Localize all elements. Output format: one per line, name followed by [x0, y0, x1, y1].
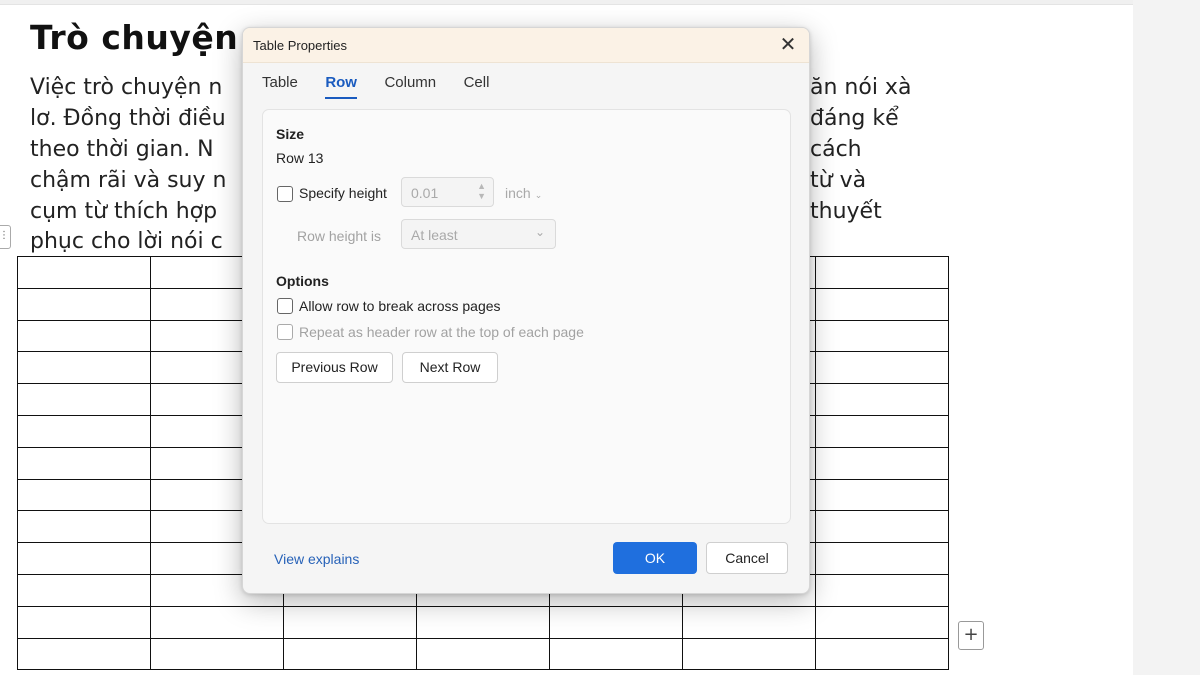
table-cell[interactable]: [815, 319, 949, 353]
table-cell[interactable]: [815, 478, 949, 512]
repeat-header-label: Repeat as header row at the top of each …: [299, 324, 584, 340]
table-cell[interactable]: [815, 351, 949, 385]
table-cell[interactable]: [815, 414, 949, 448]
allow-row-break-checkbox[interactable]: [277, 298, 293, 314]
tab-table[interactable]: Table: [262, 74, 298, 97]
cancel-button[interactable]: Cancel: [706, 542, 788, 574]
table-cell[interactable]: [549, 605, 683, 639]
size-section-title: Size: [276, 126, 305, 142]
table-cell[interactable]: [17, 510, 151, 544]
table-cell[interactable]: [682, 605, 816, 639]
table-row: [17, 637, 949, 671]
table-cell[interactable]: [17, 478, 151, 512]
paragraph-line: theo thời gian. N: [30, 137, 214, 162]
dialog-tabs: Table Row Column Cell: [262, 74, 512, 100]
previous-row-button[interactable]: Previous Row: [276, 352, 393, 383]
height-stepper[interactable]: 0.01 ▲ ▼: [401, 177, 494, 207]
table-cell[interactable]: [815, 637, 949, 671]
document-top-strip: [0, 0, 1200, 5]
repeat-header-checkbox[interactable]: [277, 324, 293, 340]
tab-cell[interactable]: Cell: [464, 74, 490, 97]
table-cell[interactable]: [416, 637, 550, 671]
table-cell[interactable]: [815, 510, 949, 544]
table-cell[interactable]: [549, 637, 683, 671]
table-cell[interactable]: [283, 605, 417, 639]
table-cell[interactable]: [17, 383, 151, 416]
table-cell[interactable]: [17, 573, 151, 607]
view-explains-link[interactable]: View explains: [274, 551, 359, 567]
row-height-mode-value: At least: [411, 227, 458, 243]
table-cell[interactable]: [815, 383, 949, 416]
table-cell[interactable]: [416, 605, 550, 639]
stepper-arrows-icon: ▲ ▼: [477, 181, 486, 201]
dialog-title: Table Properties: [253, 38, 347, 53]
table-cell[interactable]: [150, 637, 284, 671]
tab-column[interactable]: Column: [384, 74, 436, 97]
paragraph-line: phục cho lời nói c: [30, 229, 223, 254]
paragraph-line: đáng kể: [810, 106, 899, 131]
table-cell[interactable]: [150, 605, 284, 639]
close-icon[interactable]: ✕: [775, 32, 801, 58]
table-cell[interactable]: [815, 446, 949, 480]
paragraph-line: lơ. Đồng thời điều: [30, 106, 226, 131]
paragraph-line: cách: [810, 137, 862, 162]
table-cell[interactable]: [283, 637, 417, 671]
row-height-is-label: Row height is: [297, 228, 382, 244]
paragraph-line: ăn nói xà: [810, 75, 912, 100]
add-row-button[interactable]: +: [958, 621, 984, 650]
specify-height-checkbox[interactable]: [277, 186, 293, 202]
document-heading: Trò chuyện: [30, 18, 239, 57]
next-row-button[interactable]: Next Row: [402, 352, 498, 383]
table-cell[interactable]: [815, 542, 949, 575]
table-cell[interactable]: [17, 446, 151, 480]
height-unit-label: inch: [505, 185, 531, 201]
document-right-margin: [1133, 0, 1200, 675]
row-number-label: Row 13: [276, 150, 324, 166]
chevron-down-icon: ⌄: [534, 225, 545, 239]
table-cell[interactable]: [17, 542, 151, 575]
table-cell[interactable]: [682, 637, 816, 671]
table-row-handle[interactable]: ⋮: [0, 225, 11, 249]
table-cell[interactable]: [17, 605, 151, 639]
table-cell[interactable]: [815, 605, 949, 639]
paragraph-line: từ và: [810, 168, 867, 193]
paragraph-line: cụm từ thích hợp: [30, 199, 218, 224]
paragraph-line: thuyết: [810, 199, 882, 224]
table-cell[interactable]: [815, 256, 949, 289]
table-row: [17, 605, 949, 639]
chevron-down-icon: ⌄: [534, 190, 543, 200]
dialog-titlebar: Table Properties ✕: [243, 28, 809, 63]
table-properties-dialog: Table Properties ✕ Table Row Column Cell…: [242, 27, 810, 594]
table-cell[interactable]: [17, 414, 151, 448]
specify-height-label: Specify height: [299, 185, 387, 201]
row-height-mode-select[interactable]: At least ⌄: [401, 219, 556, 249]
tab-row[interactable]: Row: [325, 74, 357, 99]
table-cell[interactable]: [17, 319, 151, 353]
height-unit-select[interactable]: inch ⌄: [505, 185, 542, 201]
table-cell[interactable]: [815, 573, 949, 607]
options-section-title: Options: [276, 273, 329, 289]
table-cell[interactable]: [815, 287, 949, 321]
table-cell[interactable]: [17, 637, 151, 671]
table-cell[interactable]: [17, 256, 151, 289]
ok-button[interactable]: OK: [613, 542, 697, 574]
height-value: 0.01: [411, 185, 439, 201]
table-cell[interactable]: [17, 287, 151, 321]
allow-row-break-label: Allow row to break across pages: [299, 298, 501, 314]
table-cell[interactable]: [17, 351, 151, 385]
row-settings-panel: Size Row 13 Specify height 0.01 ▲ ▼ inch ⌄…: [262, 109, 791, 524]
paragraph-line: chậm rãi và suy n: [30, 168, 227, 193]
paragraph-line: Việc trò chuyện n: [30, 75, 223, 100]
